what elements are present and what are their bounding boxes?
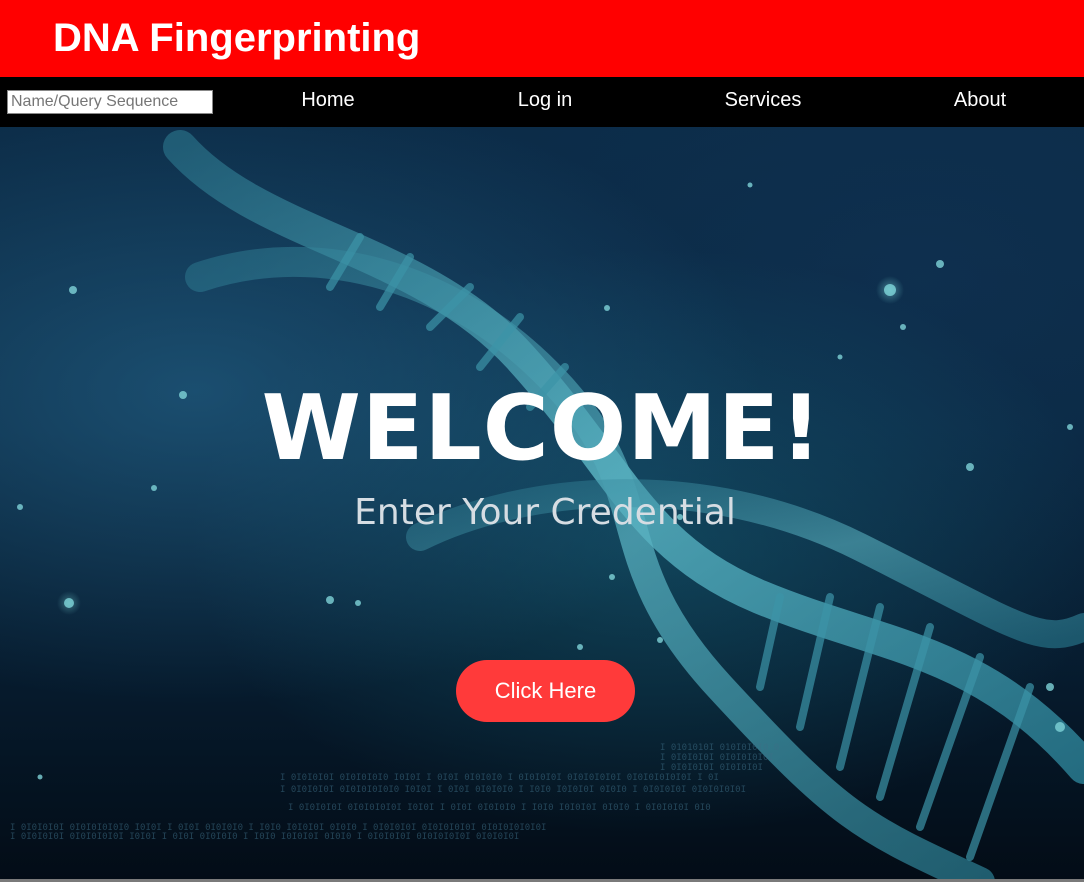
svg-text:I 0I0I0I0I 0I0I0I0I0I: I 0I0I0I0I 0I0I0I0I0I (660, 753, 774, 763)
svg-text:I 0I0I0I0I 0I0I0I0I0 I0I0I I 0: I 0I0I0I0I 0I0I0I0I0 I0I0I I 0I0I 0I0I0I… (280, 773, 719, 783)
site-title: DNA Fingerprinting (53, 16, 421, 60)
site-header: DNA Fingerprinting (0, 0, 1084, 77)
nav-link-login[interactable]: Log in (518, 77, 573, 127)
svg-text:I 0I0I0I0I 0I0I0I0I0I I0I0I I: I 0I0I0I0I 0I0I0I0I0I I0I0I I 0I0I 0I0I0… (288, 803, 711, 813)
svg-text:I 0I0I0I0I 0I0I0I0I: I 0I0I0I0I 0I0I0I0I (660, 763, 763, 773)
nav-link-about[interactable]: About (954, 77, 1006, 127)
svg-text:I 0I0I0I0I 0I0I0I0I0I0 I0I0I I: I 0I0I0I0I 0I0I0I0I0I0 I0I0I I 0I0I 0I0I… (280, 785, 746, 795)
nav-link-services[interactable]: Services (725, 77, 802, 127)
search-input[interactable] (7, 90, 213, 114)
nav-link-home[interactable]: Home (301, 77, 354, 127)
hero-section: I 0101010I 010I0I0I0 0 I 0I0I0I0I 0I0I0I… (0, 127, 1084, 882)
svg-text:I 0I0I0I0I 0I0I0I0I0I I0I0I I: I 0I0I0I0I 0I0I0I0I0I I0I0I I 0I0I 0I0I0… (10, 832, 519, 842)
welcome-heading: WELCOME! (261, 376, 823, 481)
welcome-subheading: Enter Your Credential (354, 492, 736, 533)
navbar: Home Log in Services About (0, 77, 1084, 127)
click-here-button[interactable]: Click Here (456, 660, 635, 722)
svg-text:I 0101010I 010I0I0I0 0: I 0101010I 010I0I0I0 0 (660, 743, 779, 753)
